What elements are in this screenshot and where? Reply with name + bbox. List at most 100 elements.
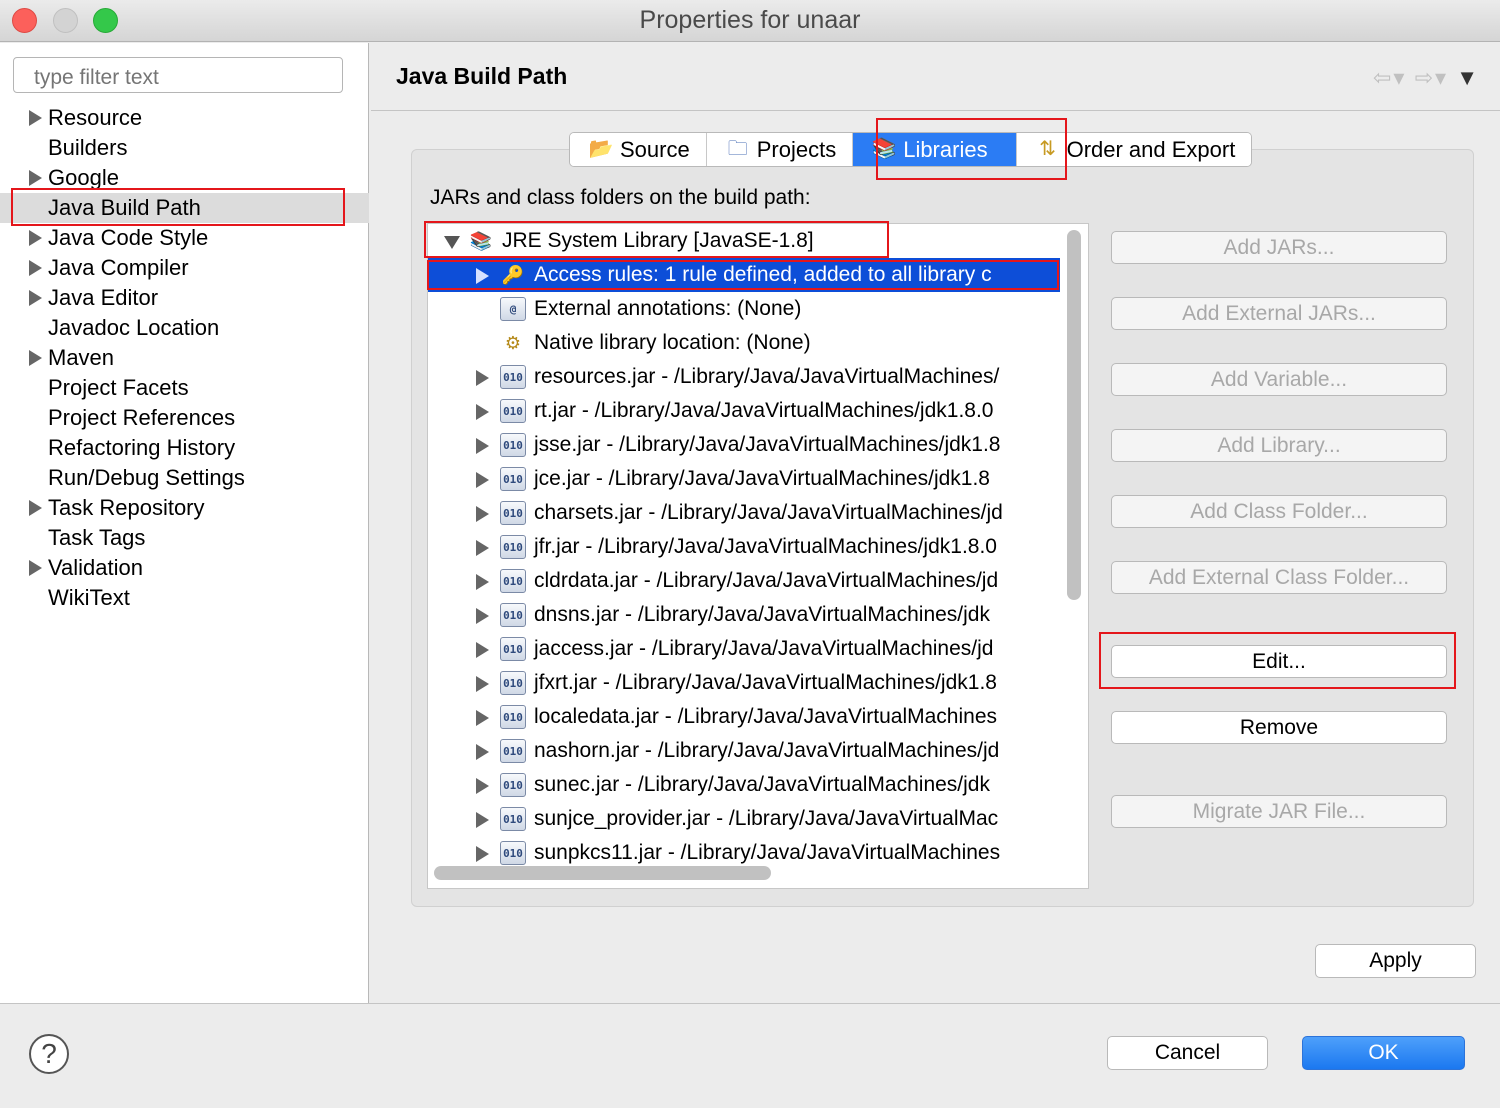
sidebar-item-label: WikiText bbox=[48, 585, 130, 610]
tree-row[interactable]: ⚙ Native library location: (None) bbox=[428, 326, 1060, 360]
tab-libraries[interactable]: 📚 Libraries bbox=[853, 133, 1017, 166]
expand-arrow-icon[interactable] bbox=[476, 676, 489, 692]
jar-icon: 010 bbox=[500, 467, 526, 491]
sidebar-tree: Resource Builders Google Java Build Path Jav… bbox=[0, 103, 369, 613]
sidebar-item-java-compiler[interactable]: Java Compiler bbox=[0, 253, 369, 283]
tree-row[interactable]: 010 sunjce_provider.jar - /Library/Java/J… bbox=[428, 802, 1060, 836]
expand-arrow-icon[interactable] bbox=[476, 778, 489, 794]
tree-row[interactable]: 010 localedata.jar - /Library/Java/JavaVi… bbox=[428, 700, 1060, 734]
add-external-jars-button[interactable]: Add External JARs... bbox=[1111, 297, 1447, 330]
sidebar-item-google[interactable]: Google bbox=[0, 163, 369, 193]
sidebar-item-task-tags[interactable]: Task Tags bbox=[0, 523, 369, 553]
tree-row[interactable]: 010 rt.jar - /Library/Java/JavaVirtualMac… bbox=[428, 394, 1060, 428]
expand-arrow-icon[interactable] bbox=[476, 438, 489, 454]
ok-button[interactable]: OK bbox=[1302, 1036, 1465, 1070]
sidebar-item-run-debug-settings[interactable]: Run/Debug Settings bbox=[0, 463, 369, 493]
expand-arrow-icon[interactable] bbox=[29, 260, 42, 276]
expand-arrow-icon[interactable] bbox=[476, 472, 489, 488]
sidebar-item-label: Validation bbox=[48, 555, 143, 580]
expand-arrow-icon[interactable] bbox=[476, 404, 489, 420]
expand-arrow-icon[interactable] bbox=[476, 506, 489, 522]
libraries-icon: 📚 bbox=[871, 138, 897, 160]
add-library-button[interactable]: Add Library... bbox=[1111, 429, 1447, 462]
sidebar-item-refactoring-history[interactable]: Refactoring History bbox=[0, 433, 369, 463]
add-class-folder-button[interactable]: Add Class Folder... bbox=[1111, 495, 1447, 528]
collapse-arrow-icon[interactable] bbox=[444, 236, 460, 249]
tree-row[interactable]: 010 sunec.jar - /Library/Java/JavaVirtual… bbox=[428, 768, 1060, 802]
tree-row[interactable]: 010 dnsns.jar - /Library/Java/JavaVirtual… bbox=[428, 598, 1060, 632]
add-variable-button[interactable]: Add Variable... bbox=[1111, 363, 1447, 396]
tree-row-label: jce.jar - /Library/Java/JavaVirtualMachi… bbox=[534, 467, 990, 490]
tree-row[interactable]: 010 sunpkcs11.jar - /Library/Java/JavaVir… bbox=[428, 836, 1060, 870]
tree-row[interactable]: 010 nashorn.jar - /Library/Java/JavaVirtu… bbox=[428, 734, 1060, 768]
tree-vertical-scrollbar[interactable] bbox=[1067, 230, 1081, 600]
tree-row[interactable]: 010 charsets.jar - /Library/Java/JavaVirt… bbox=[428, 496, 1060, 530]
tree-library-node[interactable]: 📚 JRE System Library [JavaSE-1.8] bbox=[428, 224, 1060, 258]
forward-arrow-icon[interactable]: ⇨▾ bbox=[1415, 65, 1448, 90]
tree-row-label: Native library location: (None) bbox=[534, 331, 811, 354]
tree-row[interactable]: 010 jsse.jar - /Library/Java/JavaVirtualM… bbox=[428, 428, 1060, 462]
edit-button[interactable]: Edit... bbox=[1111, 645, 1447, 678]
sidebar-item-label: Refactoring History bbox=[48, 435, 236, 460]
annotations-icon: @ bbox=[500, 297, 526, 321]
tree-row[interactable]: 010 jaccess.jar - /Library/Java/JavaVirtu… bbox=[428, 632, 1060, 666]
tree-row[interactable]: 010 cldrdata.jar - /Library/Java/JavaVirt… bbox=[428, 564, 1060, 598]
sidebar-item-label: Project Facets bbox=[48, 375, 189, 400]
tree-row[interactable]: @ External annotations: (None) bbox=[428, 292, 1060, 326]
remove-button[interactable]: Remove bbox=[1111, 711, 1447, 744]
expand-arrow-icon[interactable] bbox=[29, 230, 42, 246]
sidebar-item-builders[interactable]: Builders bbox=[0, 133, 369, 163]
tree-row[interactable]: 🔑 Access rules: 1 rule defined, added to … bbox=[428, 258, 1060, 292]
tree-row-label: localedata.jar - /Library/Java/JavaVirtu… bbox=[534, 705, 998, 728]
sidebar-item-wikitext[interactable]: WikiText bbox=[0, 583, 369, 613]
sidebar-item-validation[interactable]: Validation bbox=[0, 553, 369, 583]
expand-arrow-icon[interactable] bbox=[476, 846, 489, 862]
expand-arrow-icon[interactable] bbox=[476, 574, 489, 590]
expand-arrow-icon[interactable] bbox=[29, 500, 42, 516]
tab-order-and-export[interactable]: ⇅ Order and Export bbox=[1016, 133, 1252, 166]
sidebar-item-javadoc-location[interactable]: Javadoc Location bbox=[0, 313, 369, 343]
tab-source[interactable]: 📂 Source bbox=[570, 133, 707, 166]
expand-arrow-icon[interactable] bbox=[476, 710, 489, 726]
sidebar-item-resource[interactable]: Resource bbox=[0, 103, 369, 133]
expand-arrow-icon[interactable] bbox=[29, 110, 42, 126]
expand-arrow-icon[interactable] bbox=[476, 608, 489, 624]
expand-arrow-icon[interactable] bbox=[476, 812, 489, 828]
sidebar-item-java-editor[interactable]: Java Editor bbox=[0, 283, 369, 313]
expand-arrow-icon[interactable] bbox=[29, 170, 42, 186]
add-external-class-folder-button[interactable]: Add External Class Folder... bbox=[1111, 561, 1447, 594]
expand-arrow-icon[interactable] bbox=[476, 744, 489, 760]
tree-horizontal-scrollbar[interactable] bbox=[434, 866, 771, 880]
tree-row-label: nashorn.jar - /Library/Java/JavaVirtualM… bbox=[534, 739, 1000, 762]
view-menu-icon[interactable]: ▼ bbox=[1456, 65, 1480, 90]
expand-arrow-icon[interactable] bbox=[476, 370, 489, 386]
sidebar-item-project-facets[interactable]: Project Facets bbox=[0, 373, 369, 403]
cancel-button[interactable]: Cancel bbox=[1107, 1036, 1268, 1070]
page-title: Java Build Path bbox=[396, 63, 568, 89]
sidebar-item-java-code-style[interactable]: Java Code Style bbox=[0, 223, 369, 253]
tree-row[interactable]: 010 jce.jar - /Library/Java/JavaVirtualMa… bbox=[428, 462, 1060, 496]
sidebar-item-java-build-path[interactable]: Java Build Path bbox=[0, 193, 369, 223]
expand-arrow-icon[interactable] bbox=[29, 350, 42, 366]
expand-arrow-icon[interactable] bbox=[476, 268, 489, 284]
sidebar-item-project-references[interactable]: Project References bbox=[0, 403, 369, 433]
add-jars-button[interactable]: Add JARs... bbox=[1111, 231, 1447, 264]
jar-icon: 010 bbox=[500, 841, 526, 865]
sidebar-item-maven[interactable]: Maven bbox=[0, 343, 369, 373]
build-path-tree[interactable]: 📚 JRE System Library [JavaSE-1.8] 🔑 Access … bbox=[427, 223, 1089, 889]
tree-row[interactable]: 010 jfr.jar - /Library/Java/JavaVirtualMa… bbox=[428, 530, 1060, 564]
expand-arrow-icon[interactable] bbox=[29, 560, 42, 576]
tree-row[interactable]: 010 jfxrt.jar - /Library/Java/JavaVirtual… bbox=[428, 666, 1060, 700]
expand-arrow-icon[interactable] bbox=[476, 540, 489, 556]
tree-row[interactable]: 010 resources.jar - /Library/Java/JavaVir… bbox=[428, 360, 1060, 394]
help-icon[interactable]: ? bbox=[29, 1034, 69, 1074]
expand-arrow-icon[interactable] bbox=[29, 290, 42, 306]
back-arrow-icon[interactable]: ⇦▾ bbox=[1373, 65, 1406, 90]
migrate-jar-file-button[interactable]: Migrate JAR File... bbox=[1111, 795, 1447, 828]
jar-icon: 010 bbox=[500, 671, 526, 695]
filter-input[interactable] bbox=[13, 57, 343, 93]
tab-projects[interactable]: 🗀 Projects bbox=[706, 133, 854, 166]
apply-button[interactable]: Apply bbox=[1315, 944, 1476, 978]
sidebar-item-task-repository[interactable]: Task Repository bbox=[0, 493, 369, 523]
expand-arrow-icon[interactable] bbox=[476, 642, 489, 658]
